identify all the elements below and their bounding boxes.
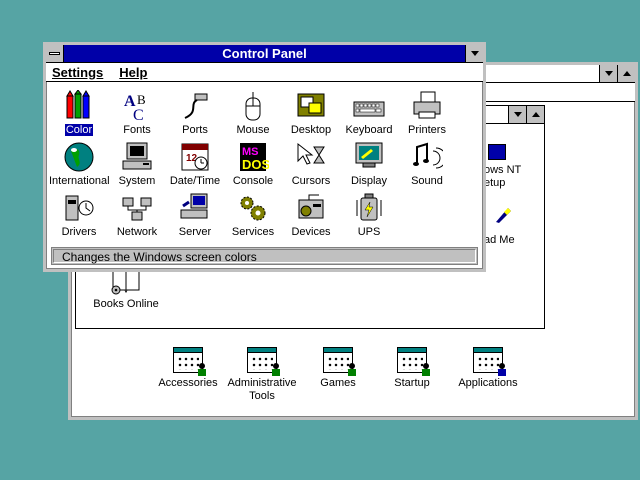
control-system[interactable]: System xyxy=(106,141,168,187)
control-server[interactable]: Server xyxy=(164,192,226,238)
svg-text:C: C xyxy=(133,107,144,122)
devices-icon xyxy=(295,192,327,224)
control-label: Date/Time xyxy=(169,175,221,187)
control-ports[interactable]: Ports xyxy=(164,90,226,136)
svg-text:DOS: DOS xyxy=(242,157,269,172)
control-color[interactable]: Color xyxy=(48,89,110,136)
control-label: Devices xyxy=(291,226,331,238)
control-label: Services xyxy=(231,226,275,238)
control-label: Ports xyxy=(182,124,208,136)
display-icon xyxy=(353,141,385,173)
group-applications[interactable]: Applications xyxy=(443,347,533,389)
server-icon xyxy=(179,192,211,224)
main-group-maximize-button[interactable] xyxy=(526,106,544,123)
control-panel-menubar: Settings Help xyxy=(46,63,483,82)
group-label: Startup xyxy=(394,377,430,389)
read-me-label-partial: ad Me xyxy=(484,234,515,246)
program-group-icon xyxy=(173,347,206,376)
ports-icon xyxy=(179,90,211,122)
windows-nt-setup-label-partial: ows NT xyxy=(484,164,522,176)
control-label: Mouse xyxy=(236,124,270,136)
control-cursors[interactable]: Cursors xyxy=(280,141,342,187)
books-online-label: Books Online xyxy=(93,298,159,310)
control-panel-system-menu-button[interactable] xyxy=(46,45,64,62)
program-group-icon xyxy=(473,347,506,376)
console-icon: MS DOS xyxy=(237,141,271,173)
menu-settings[interactable]: Settings xyxy=(52,65,103,80)
services-icon xyxy=(237,192,269,224)
control-label: Printers xyxy=(408,124,446,136)
control-fonts[interactable]: ABC Fonts xyxy=(106,90,168,136)
setup-icon[interactable] xyxy=(488,144,506,160)
sound-icon xyxy=(411,141,447,173)
control-panel-window[interactable]: Control Panel Settings Help Color ABC Fo… xyxy=(43,42,486,272)
control-printers[interactable]: Printers xyxy=(396,90,458,136)
menu-help[interactable]: Help xyxy=(119,65,147,80)
system-icon xyxy=(121,141,153,173)
status-text: Changes the Windows screen colors xyxy=(53,249,476,264)
mouse-icon xyxy=(237,90,269,122)
fonts-icon: ABC xyxy=(121,90,153,124)
read-me-icon[interactable] xyxy=(494,206,512,223)
control-network[interactable]: Network xyxy=(106,192,168,238)
network-icon xyxy=(121,192,153,224)
books-online-item[interactable]: Books Online xyxy=(86,266,166,310)
program-manager-maximize-button[interactable] xyxy=(617,65,635,82)
control-label: Display xyxy=(350,175,388,187)
control-services[interactable]: Services xyxy=(222,192,284,238)
group-label: Administrative Tools xyxy=(227,377,297,402)
control-label: Cursors xyxy=(291,175,331,187)
control-panel-title: Control Panel xyxy=(222,46,307,61)
program-group-icon xyxy=(323,347,356,376)
control-console[interactable]: MS DOS Console xyxy=(222,141,284,187)
group-label: Applications xyxy=(458,377,518,389)
control-panel-minimize-button[interactable] xyxy=(465,45,483,62)
control-ups[interactable]: UPS xyxy=(338,192,400,238)
control-label: Desktop xyxy=(290,124,332,136)
program-manager-minimize-button[interactable] xyxy=(599,65,617,82)
ups-icon xyxy=(353,192,385,224)
keyboard-icon xyxy=(353,90,385,122)
control-label: Network xyxy=(116,226,158,238)
program-group-icon xyxy=(247,347,280,376)
control-desktop[interactable]: Desktop xyxy=(280,90,342,136)
control-label: Fonts xyxy=(123,124,151,136)
desktop-icon xyxy=(295,90,327,122)
group-label: Accessories xyxy=(158,377,218,389)
control-mouse[interactable]: Mouse xyxy=(222,90,284,136)
control-keyboard[interactable]: Keyboard xyxy=(338,90,400,136)
control-label: International xyxy=(49,175,110,187)
control-label: System xyxy=(118,175,156,187)
control-display[interactable]: Display xyxy=(338,141,400,187)
control-international[interactable]: International xyxy=(48,141,110,187)
main-group-minimize-button[interactable] xyxy=(508,106,526,123)
globe-icon xyxy=(63,141,95,173)
control-label: Keyboard xyxy=(345,124,393,136)
drivers-icon xyxy=(63,192,95,224)
windows-nt-setup-label-partial-2: etup xyxy=(484,177,506,189)
control-panel-icon-grid: Color ABC Fonts Ports Mouse Desktop Keyb… xyxy=(46,87,483,247)
control-label: UPS xyxy=(357,226,381,238)
control-panel-titlebar[interactable]: Control Panel xyxy=(46,45,483,63)
control-label: Color xyxy=(64,124,94,136)
control-devices[interactable]: Devices xyxy=(280,192,342,238)
control-date-time[interactable]: 12 Date/Time xyxy=(164,141,226,187)
cursors-icon xyxy=(295,141,327,173)
control-label: Console xyxy=(232,175,274,187)
control-sound[interactable]: Sound xyxy=(396,141,458,187)
svg-text:B: B xyxy=(137,92,146,107)
control-label: Drivers xyxy=(61,226,97,238)
control-label: Sound xyxy=(411,175,443,187)
calendar-icon: 12 xyxy=(179,141,211,173)
program-group-icon xyxy=(397,347,430,376)
color-icon xyxy=(63,89,95,122)
control-panel-statusbar: Changes the Windows screen colors xyxy=(51,247,478,265)
printers-icon xyxy=(411,90,443,122)
group-label: Games xyxy=(320,377,356,389)
control-drivers[interactable]: Drivers xyxy=(48,192,110,238)
control-label: Server xyxy=(178,226,212,238)
